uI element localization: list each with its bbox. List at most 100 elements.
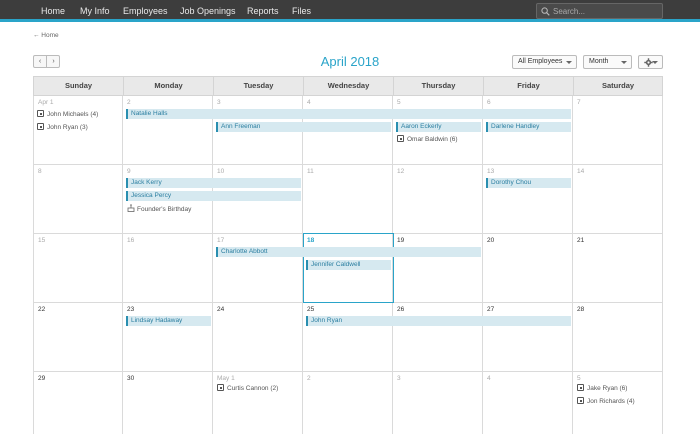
day-cell[interactable]: 24 [213, 303, 303, 372]
day-cell[interactable]: 21 [573, 234, 663, 303]
event-bar[interactable]: Jennifer Caldwell [306, 260, 391, 270]
view-mode-dropdown[interactable]: Month [583, 55, 632, 69]
day-number: 25 [307, 306, 315, 313]
event-bar[interactable]: Ann Freeman [216, 122, 391, 132]
time-off-icon [37, 123, 44, 130]
day-cell[interactable]: 8 [33, 165, 123, 234]
day-number: 26 [397, 306, 405, 313]
day-number: 4 [307, 99, 311, 106]
event-bar[interactable]: Charlotte Abbott [216, 247, 481, 257]
event-label: Omar Baldwin (6) [407, 136, 458, 143]
day-cell[interactable]: 30 [123, 372, 213, 434]
event-label: Jon Richards (4) [587, 398, 635, 405]
day-number: 8 [38, 168, 42, 175]
day-cell[interactable]: 19 [393, 234, 483, 303]
event-label: Jake Ryan (6) [587, 385, 628, 392]
day-number: 4 [487, 375, 491, 382]
event-bar[interactable]: Lindsay Hadaway [126, 316, 211, 326]
day-number: Apr 1 [38, 99, 54, 106]
employee-filter-dropdown[interactable]: All Employees [512, 55, 577, 69]
weekday-header: Thursday [394, 77, 484, 95]
view-mode-label: Month [589, 58, 609, 65]
day-number: 30 [127, 375, 135, 382]
breadcrumb-home-link[interactable]: ← Home [33, 32, 59, 39]
birthday-icon [127, 204, 135, 212]
event-bar[interactable]: John Ryan [306, 316, 571, 326]
event-label: Curtis Cannon (2) [227, 385, 279, 392]
search-box[interactable] [536, 3, 663, 19]
nav-reports[interactable]: Reports [247, 4, 279, 18]
time-off-icon [577, 397, 584, 404]
day-cell[interactable]: 16 [123, 234, 213, 303]
day-cell[interactable]: 22 [33, 303, 123, 372]
nav-my-info[interactable]: My Info [80, 4, 110, 18]
chevron-down-icon [621, 61, 627, 64]
event-bar[interactable]: Jessica Percy [126, 191, 301, 201]
time-off-entry[interactable]: Jon Richards (4) [577, 397, 635, 407]
day-number: 21 [577, 237, 585, 244]
time-off-entry[interactable]: Curtis Cannon (2) [217, 384, 278, 394]
month-title: April 2018 [320, 54, 380, 69]
day-number: 19 [397, 237, 405, 244]
nav-files[interactable]: Files [292, 4, 311, 18]
day-cell[interactable]: 3 [393, 372, 483, 434]
day-number: 2 [127, 99, 131, 106]
day-cell[interactable]: 4 [483, 372, 573, 434]
day-cell[interactable]: May 1 [213, 372, 303, 434]
day-number: 20 [487, 237, 495, 244]
event-label: Founder's Birthday [137, 206, 192, 213]
next-month-button[interactable]: › [47, 56, 60, 67]
day-cell[interactable]: 7 [573, 96, 663, 165]
day-cell[interactable]: 2 [123, 96, 213, 165]
nav-job-openings[interactable]: Job Openings [180, 4, 236, 18]
search-input[interactable] [553, 5, 659, 17]
day-cell[interactable]: 26 [393, 303, 483, 372]
event-bar[interactable]: Darlene Handley [486, 122, 571, 132]
event-bar[interactable]: Natalie Halls [126, 109, 571, 119]
weekday-header: Tuesday [214, 77, 304, 95]
time-off-entry[interactable]: John Michaels (4) [37, 110, 98, 120]
nav-employees[interactable]: Employees [123, 4, 168, 18]
day-number: 17 [217, 237, 225, 244]
previous-month-button[interactable]: ‹ [34, 56, 47, 67]
day-number: 7 [577, 99, 581, 106]
day-number: 14 [577, 168, 585, 175]
holiday-entry[interactable]: Founder's Birthday [127, 204, 191, 214]
day-cell[interactable]: 15 [33, 234, 123, 303]
time-off-entry[interactable]: Omar Baldwin (6) [397, 135, 458, 145]
time-off-icon [37, 110, 44, 117]
day-cell[interactable]: 12 [393, 165, 483, 234]
day-cell[interactable]: 27 [483, 303, 573, 372]
day-number: 23 [127, 306, 135, 313]
day-cell[interactable]: 28 [573, 303, 663, 372]
time-off-icon [397, 135, 404, 142]
day-cell[interactable]: 20 [483, 234, 573, 303]
day-number: 13 [487, 168, 495, 175]
day-cell[interactable]: 13 [483, 165, 573, 234]
weekday-header: Sunday [34, 77, 124, 95]
event-bar[interactable]: Aaron Eckerly [396, 122, 481, 132]
nav-home[interactable]: Home [41, 4, 65, 18]
day-number: 22 [38, 306, 46, 313]
day-cell[interactable]: 29 [33, 372, 123, 434]
employee-filter-label: All Employees [518, 58, 563, 65]
time-off-icon [577, 384, 584, 391]
search-icon [541, 7, 550, 16]
day-cell[interactable]: 17 [213, 234, 303, 303]
weekday-header: Friday [484, 77, 574, 95]
time-off-entry[interactable]: Jake Ryan (6) [577, 384, 627, 394]
settings-menu-button[interactable] [638, 55, 663, 69]
chevron-down-icon [566, 61, 572, 64]
day-cell[interactable]: 14 [573, 165, 663, 234]
time-off-entry[interactable]: John Ryan (3) [37, 123, 88, 133]
day-cell[interactable]: 23 [123, 303, 213, 372]
day-cell[interactable]: 11 [303, 165, 393, 234]
event-bar[interactable]: Jack Kerry [126, 178, 301, 188]
day-number: May 1 [217, 375, 235, 382]
day-cell[interactable]: 25 [303, 303, 393, 372]
day-cell[interactable]: 2 [303, 372, 393, 434]
day-number: 24 [217, 306, 225, 313]
event-bar[interactable]: Dorothy Chou [486, 178, 571, 188]
day-number: 11 [307, 168, 314, 175]
weekday-header: Monday [124, 77, 214, 95]
